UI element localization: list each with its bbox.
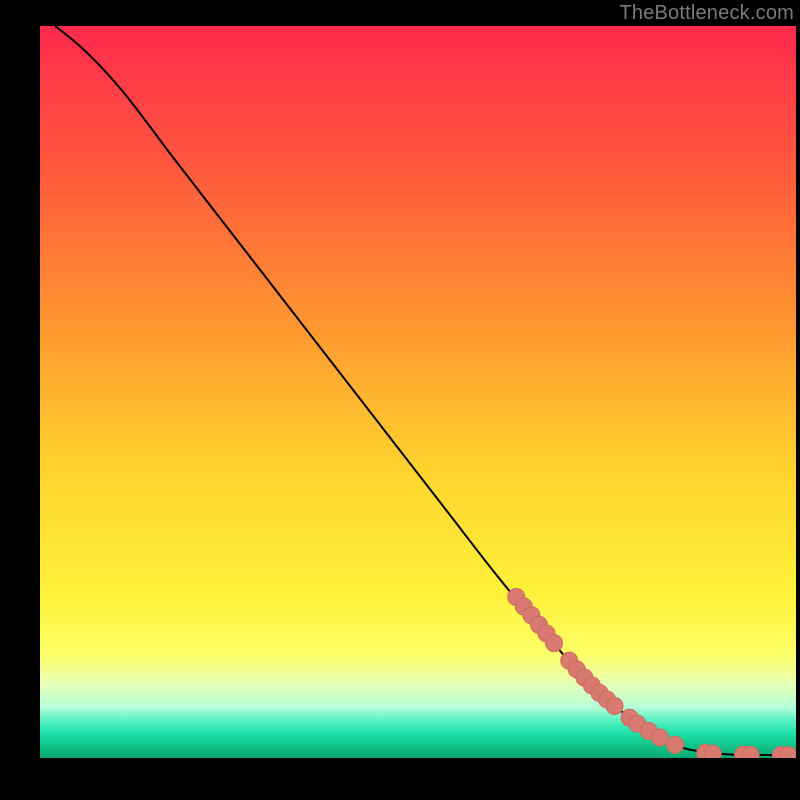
data-marker: [651, 729, 668, 746]
chart-frame: TheBottleneck.com: [0, 0, 800, 800]
data-marker: [546, 635, 563, 652]
data-marker: [704, 745, 721, 758]
data-marker: [606, 698, 623, 715]
attribution-text: TheBottleneck.com: [619, 2, 794, 25]
plot-svg: [40, 26, 796, 758]
gradient-background: [40, 26, 796, 758]
data-marker: [742, 746, 759, 758]
plot-area: [40, 26, 796, 758]
data-marker: [667, 736, 684, 753]
